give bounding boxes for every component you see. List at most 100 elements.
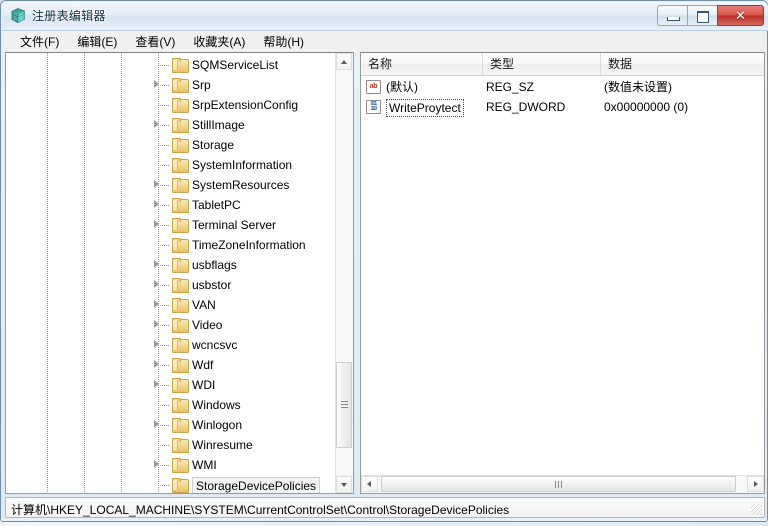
- registry-editor-icon: [11, 8, 25, 23]
- tree-item-sqmservicelist[interactable]: SQMServiceList: [6, 53, 337, 75]
- resize-grip-icon[interactable]: [751, 504, 762, 515]
- chevron-up-icon: [341, 60, 347, 64]
- tree-item-label: WMI: [192, 458, 217, 472]
- value-row[interactable]: ab (默认) REG_SZ (数值未设置): [361, 77, 764, 97]
- column-header-name[interactable]: 名称: [361, 53, 483, 75]
- tree-item-windows[interactable]: Windows: [6, 385, 337, 415]
- folder-icon: [172, 78, 189, 93]
- close-icon: ✕: [735, 8, 746, 23]
- value-name: WriteProytect: [386, 98, 464, 117]
- tree-item-srpextensionconfig[interactable]: SrpExtensionConfig: [6, 85, 337, 115]
- tree-item-srp[interactable]: Srp: [6, 65, 337, 95]
- tree-item-wdf[interactable]: Wdf: [6, 345, 337, 375]
- folder-icon: [172, 298, 189, 313]
- tree-item-label: WDI: [192, 378, 216, 392]
- values-horizontal-scrollbar[interactable]: [361, 475, 764, 493]
- tree-scroll-up-button[interactable]: [336, 53, 352, 70]
- title-bar[interactable]: 注册表编辑器 ✕: [2, 2, 768, 31]
- value-row[interactable]: 011 110 WriteProytect REG_DWORD 0x00000000 (…: [361, 97, 764, 117]
- tree-item-wmi[interactable]: WMI: [6, 445, 337, 475]
- column-header-data[interactable]: 数据: [601, 53, 764, 75]
- tree-connector: [158, 225, 169, 246]
- folder-icon: [172, 378, 189, 393]
- tree-item-winresume[interactable]: Winresume: [6, 425, 337, 455]
- value-type: REG_SZ: [486, 80, 535, 94]
- tree-item-usbflags[interactable]: usbflags: [6, 245, 337, 275]
- folder-icon: [172, 218, 189, 233]
- status-bar: 计算机\HKEY_LOCAL_MACHINE\SYSTEM\CurrentCon…: [5, 497, 765, 518]
- registry-tree-pane[interactable]: SQMServiceList Srp SrpExtensionConfig Still…: [5, 52, 354, 494]
- registry-tree[interactable]: SQMServiceList Srp SrpExtensionConfig Still…: [6, 53, 337, 493]
- tree-item-label: SystemInformation: [192, 158, 293, 172]
- registry-editor-window: 注册表编辑器 ✕ 文件(F) 编辑(E) 查看(V) 收藏夹(A) 帮助(H) …: [0, 0, 768, 522]
- current-registry-path: 计算机\HKEY_LOCAL_MACHINE\SYSTEM\CurrentCon…: [11, 503, 510, 517]
- tree-connector: [158, 425, 169, 446]
- registry-values-pane[interactable]: 名称 类型 数据 ab (默认) REG_SZ (数值未设置) 011 110 WriteP…: [360, 52, 765, 494]
- value-name: (默认): [386, 80, 418, 94]
- tree-item-usbstor[interactable]: usbstor: [6, 265, 337, 295]
- tree-item-video[interactable]: Video: [6, 305, 337, 335]
- minimize-button[interactable]: [657, 5, 688, 26]
- value-data: (数值未设置): [604, 80, 672, 94]
- tree-item-label: wcncsvc: [192, 338, 238, 352]
- tree-item-label: Terminal Server: [192, 218, 277, 232]
- tree-item-timezoneinformation[interactable]: TimeZoneInformation: [6, 225, 337, 255]
- folder-icon: [172, 358, 189, 373]
- folder-icon: [172, 98, 189, 113]
- tree-item-stillimage[interactable]: StillImage: [6, 105, 337, 135]
- tree-item-label: Video: [192, 318, 223, 332]
- folder-icon: [172, 158, 189, 173]
- window-controls: ✕: [657, 5, 764, 26]
- chevron-left-icon: [367, 481, 371, 487]
- string-value-icon: ab: [366, 80, 381, 94]
- tree-item-label: usbstor: [192, 278, 232, 292]
- folder-icon: [172, 238, 189, 253]
- tree-item-systemresources[interactable]: SystemResources: [6, 165, 337, 195]
- tree-item-label: Winlogon: [192, 418, 243, 432]
- tree-item-van[interactable]: VAN: [6, 285, 337, 315]
- dword-value-icon: 011 110: [366, 100, 381, 114]
- menu-favorites[interactable]: 收藏夹(A): [184, 31, 254, 52]
- close-button[interactable]: ✕: [717, 5, 764, 26]
- values-scroll-left-button[interactable]: [361, 476, 378, 492]
- folder-icon: [172, 58, 189, 73]
- column-header-type[interactable]: 类型: [483, 53, 601, 75]
- tree-item-label: TimeZoneInformation: [192, 238, 306, 252]
- value-data: 0x00000000 (0): [604, 100, 689, 114]
- tree-item-label: VAN: [192, 298, 216, 312]
- folder-icon: [172, 438, 189, 453]
- tree-item-winlogon[interactable]: Winlogon: [6, 405, 337, 435]
- minimize-icon: [667, 17, 680, 21]
- tree-item-storage[interactable]: Storage: [6, 125, 337, 155]
- tree-scroll-thumb[interactable]: [336, 362, 352, 448]
- tree-scroll-down-button[interactable]: [336, 476, 352, 493]
- tree-item-label: StillImage: [192, 118, 245, 132]
- values-scroll-thumb[interactable]: [381, 476, 736, 492]
- tree-item-label: Srp: [192, 78, 211, 92]
- tree-connector: [158, 145, 169, 166]
- values-scroll-right-button[interactable]: [747, 476, 764, 492]
- folder-icon: [172, 198, 189, 213]
- tree-item-systeminformation[interactable]: SystemInformation: [6, 145, 337, 175]
- maximize-button[interactable]: [687, 5, 718, 26]
- menu-view[interactable]: 查看(V): [126, 31, 184, 52]
- tree-item-label: StorageDevicePolicies: [192, 476, 321, 493]
- folder-icon: [172, 258, 189, 273]
- tree-connector: [158, 85, 169, 106]
- tree-item-tabletpc[interactable]: TabletPC: [6, 185, 337, 215]
- tree-connector: [158, 385, 169, 406]
- tree-item-label: SrpExtensionConfig: [192, 98, 299, 112]
- menu-file[interactable]: 文件(F): [11, 31, 68, 52]
- tree-item-storagedevicepolicies[interactable]: StorageDevicePolicies: [6, 465, 337, 493]
- folder-icon: [172, 398, 189, 413]
- menu-help[interactable]: 帮助(H): [254, 31, 313, 52]
- tree-item-wdi[interactable]: WDI: [6, 365, 337, 395]
- tree-connector: [158, 465, 169, 486]
- menu-edit[interactable]: 编辑(E): [68, 31, 126, 52]
- tree-item-terminal-server[interactable]: Terminal Server: [6, 205, 337, 235]
- folder-icon: [172, 418, 189, 433]
- folder-icon: [172, 478, 189, 493]
- tree-item-wcncsvc[interactable]: wcncsvc: [6, 325, 337, 355]
- tree-vertical-scrollbar[interactable]: [335, 53, 353, 493]
- chevron-right-icon: [754, 481, 758, 487]
